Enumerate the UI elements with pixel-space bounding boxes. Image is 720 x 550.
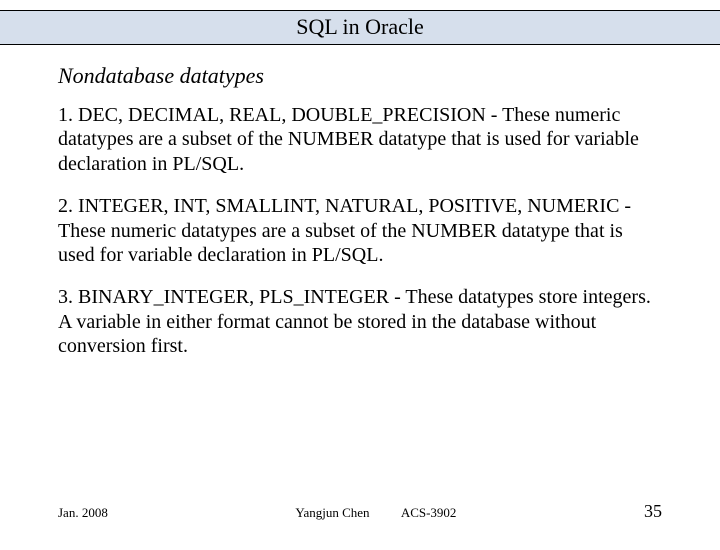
- footer-date: Jan. 2008: [58, 505, 108, 521]
- paragraph-3: 3. BINARY_INTEGER, PLS_INTEGER - These d…: [58, 285, 662, 358]
- slide-title: SQL in Oracle: [296, 14, 423, 39]
- footer-page-number: 35: [644, 501, 662, 522]
- paragraph-1: 1. DEC, DECIMAL, REAL, DOUBLE_PRECISION …: [58, 103, 662, 176]
- slide-content: Nondatabase datatypes 1. DEC, DECIMAL, R…: [0, 45, 720, 359]
- footer-course: ACS-3902: [401, 505, 457, 520]
- footer-center: Yangjun Chen ACS-3902: [108, 505, 644, 521]
- section-heading: Nondatabase datatypes: [58, 63, 662, 89]
- slide-title-bar: SQL in Oracle: [0, 10, 720, 45]
- slide-footer: Jan. 2008 Yangjun Chen ACS-3902 35: [0, 501, 720, 522]
- footer-author: Yangjun Chen: [295, 505, 369, 520]
- paragraph-2: 2. INTEGER, INT, SMALLINT, NATURAL, POSI…: [58, 194, 662, 267]
